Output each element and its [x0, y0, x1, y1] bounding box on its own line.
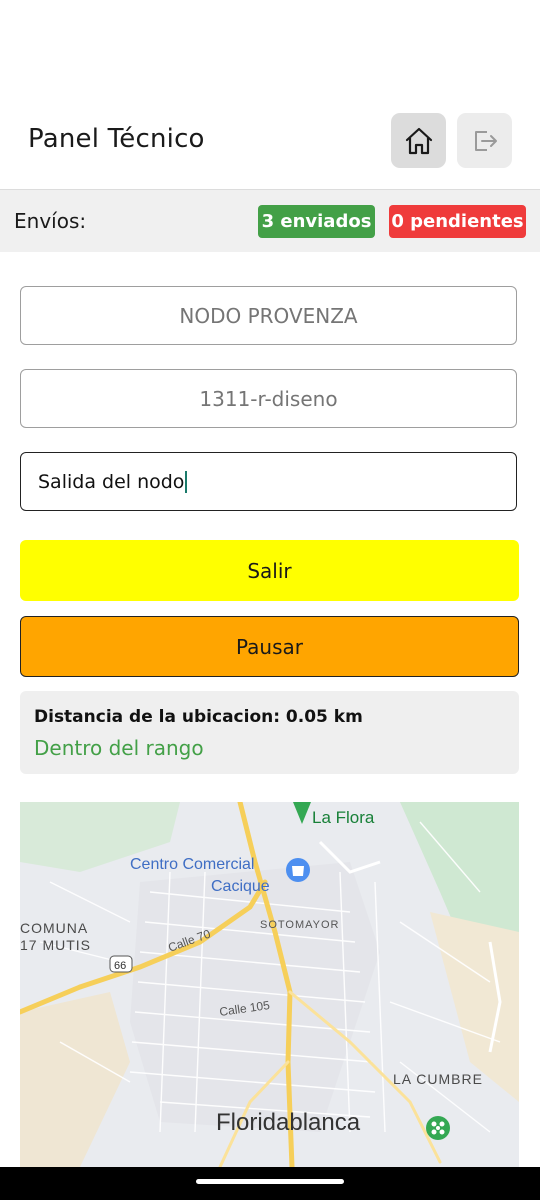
map-label-floridablanca: Floridablanca	[216, 1109, 361, 1136]
map-label-mall-1: Centro Comercial	[130, 856, 254, 873]
exit-button[interactable]: Salir	[20, 540, 519, 601]
shopping-pin-icon[interactable]	[286, 858, 310, 882]
home-icon	[405, 127, 432, 154]
pending-badge: 0 pendientes	[389, 205, 526, 238]
route-66-label: 66	[114, 960, 126, 972]
pause-button[interactable]: Pausar	[20, 616, 519, 677]
map-label-mall-2: Cacique	[211, 878, 270, 895]
distance-text: Distancia de la ubicacion: 0.05 km	[34, 707, 363, 727]
shipments-label: Envíos:	[14, 209, 87, 233]
map-label-comuna-1: COMUNA	[20, 920, 88, 936]
map-view[interactable]: La Flora Centro Comercial Cacique COMUNA…	[20, 802, 519, 1167]
app-header: Panel Técnico	[0, 110, 540, 172]
project-field[interactable]: 1311-r-diseno	[20, 369, 517, 428]
home-button[interactable]	[391, 113, 446, 168]
map-label-la-flora: La Flora	[312, 808, 375, 827]
page-title: Panel Técnico	[28, 124, 205, 154]
text-cursor	[185, 470, 188, 493]
map-label-comuna-2: 17 MUTIS	[20, 937, 91, 953]
sent-badge: 3 enviados	[258, 205, 375, 238]
logout-button[interactable]	[457, 113, 512, 168]
map-label-sotomayor: SOTOMAYOR	[260, 919, 340, 931]
map-label-la-cumbre: LA CUMBRE	[393, 1071, 483, 1087]
node-field-value: NODO PROVENZA	[179, 303, 358, 328]
shipments-summary: Envíos: 3 enviados 0 pendientes	[0, 189, 540, 252]
project-field-value: 1311-r-diseno	[199, 386, 338, 411]
logout-icon	[474, 130, 497, 151]
system-nav-bar	[0, 1167, 540, 1200]
location-info-card: Distancia de la ubicacion: 0.05 km Dentr…	[20, 691, 519, 774]
park-pin-icon[interactable]	[426, 1116, 450, 1140]
route-66-shield: 66	[109, 955, 133, 973]
home-gesture-handle[interactable]	[196, 1179, 344, 1184]
activity-input-value: Salida del nodo	[38, 470, 185, 493]
range-status: Dentro del rango	[34, 736, 204, 760]
map-canvas[interactable]: La Flora Centro Comercial Cacique COMUNA…	[20, 802, 519, 1167]
activity-input[interactable]: Salida del nodo	[20, 452, 517, 511]
node-field[interactable]: NODO PROVENZA	[20, 286, 517, 345]
